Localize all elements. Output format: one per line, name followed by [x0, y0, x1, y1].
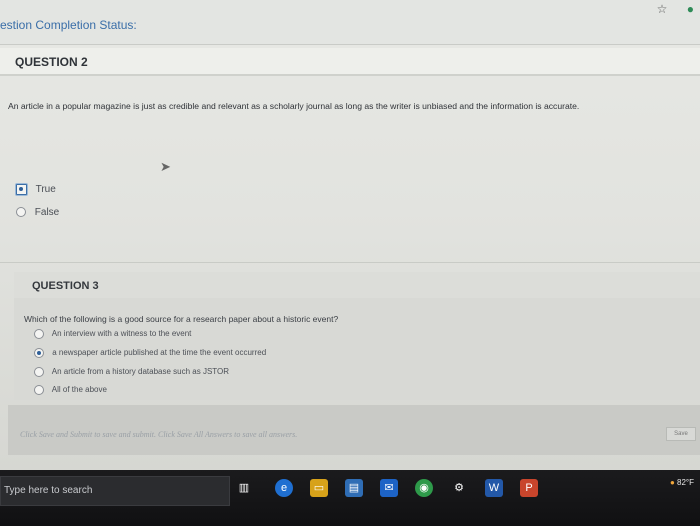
radio-unselected-icon[interactable]	[34, 367, 44, 377]
temperature-label: 82°F	[677, 478, 694, 487]
submit-footer: Click Save and Submit to save and submit…	[8, 405, 700, 455]
question-3-option-2[interactable]: a newspaper article published at the tim…	[34, 348, 266, 358]
mouse-cursor-icon: ➤	[160, 159, 171, 174]
option-label: All of the above	[51, 385, 107, 395]
edge-icon[interactable]: e	[275, 479, 293, 497]
radio-selected-icon[interactable]	[34, 348, 44, 358]
weather-icon[interactable]: ●	[670, 478, 675, 487]
store-icon[interactable]: ▤	[345, 479, 363, 497]
favorites-icon[interactable]: ☆	[657, 2, 668, 16]
question-2-text: An article in a popular magazine is just…	[8, 101, 580, 111]
search-placeholder: Type here to search	[4, 485, 93, 496]
section-divider	[0, 262, 700, 263]
task-view-icon[interactable]: ▥	[235, 479, 253, 497]
radio-unselected-icon[interactable]	[34, 329, 44, 339]
save-all-answers-button[interactable]: Save	[666, 427, 696, 441]
question-3-text: Which of the following is a good source …	[24, 314, 339, 324]
option-label: An interview with a witness to the event	[51, 329, 192, 339]
gear-icon[interactable]: ⚙	[450, 479, 468, 497]
radio-selected-icon[interactable]	[16, 184, 27, 195]
radio-unselected-icon[interactable]	[16, 207, 26, 218]
question-3-header: QUESTION 3	[14, 272, 700, 298]
completion-status-title: estion Completion Status:	[0, 18, 137, 32]
question-2-option-true[interactable]: True	[16, 184, 56, 195]
option-label: a newspaper article published at the tim…	[52, 348, 267, 358]
question-3-label: QUESTION 3	[32, 280, 99, 292]
question-2-header: QUESTION 2	[0, 48, 700, 76]
question-3-panel: QUESTION 3 Which of the following is a g…	[14, 272, 700, 400]
save-instructions: Click Save and Submit to save and submit…	[20, 430, 298, 439]
question-3-option-1[interactable]: An interview with a witness to the event	[34, 329, 191, 339]
system-tray: ● 82°F	[670, 478, 694, 487]
radio-unselected-icon[interactable]	[34, 385, 44, 395]
taskbar-search-input[interactable]: Type here to search	[0, 476, 230, 506]
windows-taskbar: Type here to search ▥ e ▭ ▤ ✉ ◉ ⚙ W P ● …	[0, 470, 700, 526]
question-3-option-4[interactable]: All of the above	[34, 385, 107, 395]
profile-icon[interactable]: ●	[687, 2, 694, 16]
chrome-icon[interactable]: ◉	[415, 479, 433, 497]
browser-page: estion Completion Status: ☆ ● QUESTION 2…	[0, 0, 700, 470]
completion-status-bar: estion Completion Status: ☆ ●	[0, 0, 700, 45]
browser-toolbar-icons: ☆ ●	[641, 2, 694, 16]
question-2-label: QUESTION 2	[15, 55, 88, 69]
mail-icon[interactable]: ✉	[380, 479, 398, 497]
question-3-option-3[interactable]: An article from a history database such …	[34, 367, 229, 377]
file-explorer-icon[interactable]: ▭	[310, 479, 328, 497]
option-label: True	[35, 184, 56, 196]
word-icon[interactable]: W	[485, 479, 503, 497]
option-label: An article from a history database such …	[51, 367, 230, 377]
question-2-option-false[interactable]: False	[16, 207, 59, 218]
powerpoint-icon[interactable]: P	[520, 479, 538, 497]
option-label: False	[34, 207, 60, 218]
